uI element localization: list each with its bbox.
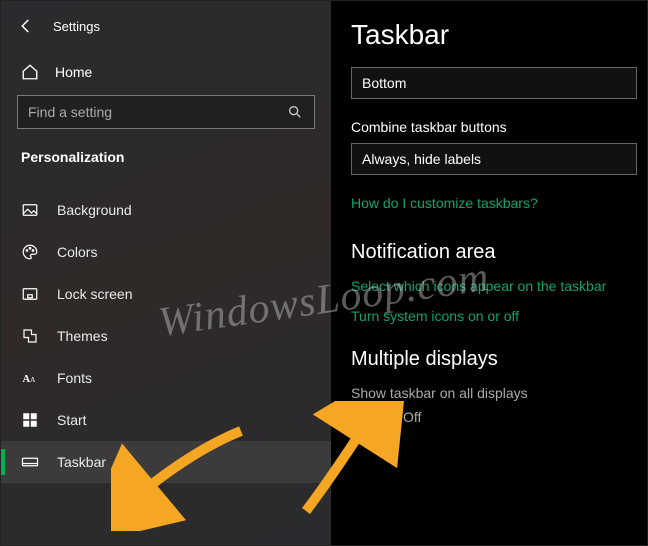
sidebar-item-themes[interactable]: Themes xyxy=(1,315,331,357)
sidebar-item-start[interactable]: Start xyxy=(1,399,331,441)
sidebar-item-label: Themes xyxy=(57,328,108,344)
toggle-state-label: Off xyxy=(403,409,421,425)
show-taskbar-all-toggle-row: Off xyxy=(351,407,637,427)
home-label: Home xyxy=(55,64,92,80)
show-taskbar-all-toggle[interactable] xyxy=(351,407,391,427)
start-icon xyxy=(21,411,39,429)
taskbar-position-dropdown[interactable]: Bottom xyxy=(351,67,637,99)
notification-area-heading: Notification area xyxy=(351,241,637,264)
sidebar-item-label: Start xyxy=(57,412,87,428)
title-bar: Settings xyxy=(1,13,331,53)
search-icon xyxy=(286,103,304,121)
section-label: Personalization xyxy=(1,149,331,181)
sidebar-item-label: Taskbar xyxy=(57,454,106,470)
combine-dropdown[interactable]: Always, hide labels xyxy=(351,143,637,175)
system-icons-link[interactable]: Turn system icons on or off xyxy=(351,308,637,324)
search-box[interactable] xyxy=(17,95,315,129)
dropdown-value: Always, hide labels xyxy=(362,151,481,167)
picture-icon xyxy=(21,201,39,219)
sidebar-item-label: Colors xyxy=(57,244,97,260)
back-icon[interactable] xyxy=(17,17,35,35)
sidebar-item-label: Background xyxy=(57,202,132,218)
multiple-displays-heading: Multiple displays xyxy=(351,348,637,371)
sidebar-item-fonts[interactable]: A A Fonts xyxy=(1,357,331,399)
fonts-icon: A A xyxy=(21,369,39,387)
lock-screen-icon xyxy=(21,285,39,303)
sidebar-item-colors[interactable]: Colors xyxy=(1,231,331,273)
customize-taskbars-link[interactable]: How do I customize taskbars? xyxy=(351,195,637,211)
sidebar-item-label: Fonts xyxy=(57,370,92,386)
select-icons-link[interactable]: Select which icons appear on the taskbar xyxy=(351,278,637,294)
window-title: Settings xyxy=(53,19,100,34)
sidebar-item-taskbar[interactable]: Taskbar xyxy=(1,441,331,483)
sidebar-item-label: Lock screen xyxy=(57,286,132,302)
content-pane: Taskbar Bottom Combine taskbar buttons A… xyxy=(331,1,647,545)
combine-label: Combine taskbar buttons xyxy=(351,119,637,135)
dropdown-value: Bottom xyxy=(362,75,406,91)
sidebar-item-background[interactable]: Background xyxy=(1,189,331,231)
search-input[interactable] xyxy=(28,104,286,120)
show-taskbar-all-label: Show taskbar on all displays xyxy=(351,385,637,401)
svg-text:A: A xyxy=(30,375,36,384)
palette-icon xyxy=(21,243,39,261)
home-icon xyxy=(21,63,39,81)
sidebar: Settings Home Personalization Background xyxy=(1,1,331,545)
home-nav[interactable]: Home xyxy=(1,53,331,95)
taskbar-icon xyxy=(21,453,39,471)
themes-icon xyxy=(21,327,39,345)
page-title: Taskbar xyxy=(351,19,637,51)
nav-list: Background Colors Lock screen xyxy=(1,189,331,483)
sidebar-item-lock-screen[interactable]: Lock screen xyxy=(1,273,331,315)
